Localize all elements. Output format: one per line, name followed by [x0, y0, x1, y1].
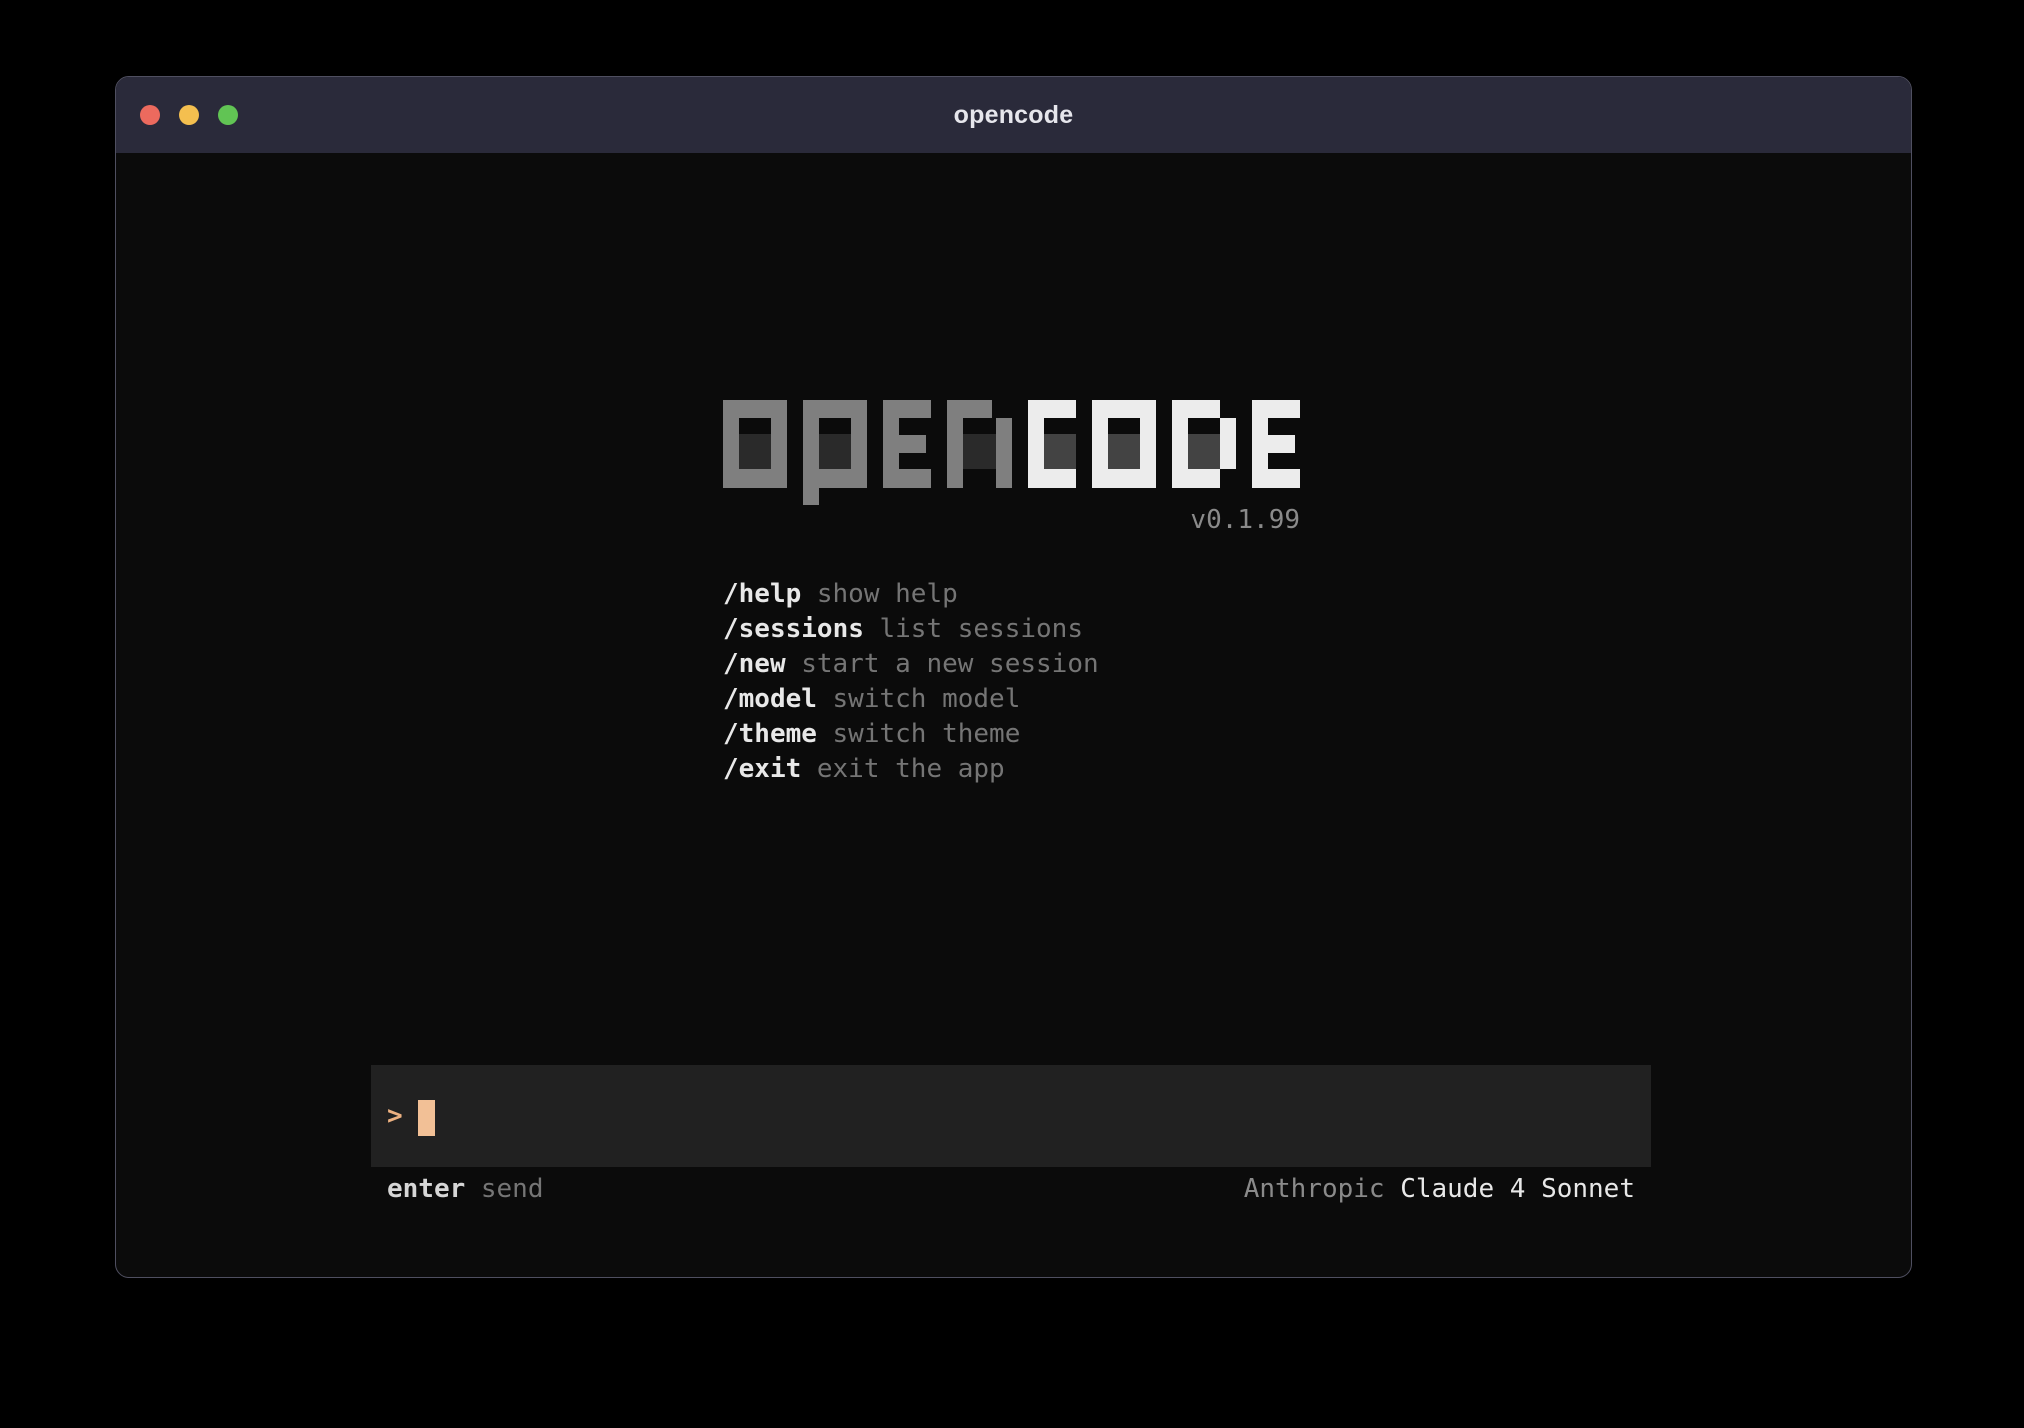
close-button[interactable] [140, 105, 160, 125]
app-window: opencode v0.1.99 /help show help/sessions… [115, 76, 1912, 1278]
command-name: /theme [723, 719, 817, 749]
logo-letter-d [1172, 400, 1236, 488]
window-title: opencode [954, 101, 1074, 130]
logo-letter-n [947, 400, 1012, 488]
command-description: list sessions [879, 614, 1083, 644]
command-description: start a new session [801, 649, 1098, 679]
zoom-button[interactable] [218, 105, 238, 125]
command-list: /help show help/sessions list sessions/new… [723, 577, 1099, 787]
model-provider: Anthropic [1244, 1174, 1385, 1204]
logo-letter-o [1092, 400, 1156, 488]
command-name: /help [723, 579, 801, 609]
key-hint-key: enter [387, 1174, 465, 1204]
window-controls [140, 77, 238, 153]
command-row: /new start a new session [723, 647, 1099, 682]
version-label: v0.1.99 [723, 503, 1300, 538]
opencode-logo [723, 400, 1300, 488]
logo-letter-e [1252, 400, 1300, 488]
command-name: /sessions [723, 614, 864, 644]
text-cursor [418, 1100, 435, 1136]
prompt-symbol: > [387, 1101, 403, 1131]
command-description: exit the app [817, 754, 1005, 784]
command-description: show help [817, 579, 958, 609]
command-name: /model [723, 684, 817, 714]
logo-letter-e [883, 400, 931, 488]
prompt-input[interactable]: > [371, 1065, 1651, 1167]
key-hint-action: send [481, 1174, 544, 1204]
command-row: /sessions list sessions [723, 612, 1099, 647]
minimize-button[interactable] [179, 105, 199, 125]
key-hint: enter send [387, 1176, 544, 1202]
logo-letter-o [723, 400, 787, 488]
command-name: /exit [723, 754, 801, 784]
status-bar: enter send Anthropic Claude 4 Sonnet [371, 1176, 1651, 1202]
logo-letter-c [1028, 400, 1076, 488]
logo-letter-p [803, 400, 867, 488]
command-row: /theme switch theme [723, 717, 1099, 752]
titlebar: opencode [116, 77, 1911, 153]
model-indicator: Anthropic Claude 4 Sonnet [1244, 1176, 1635, 1202]
command-row: /model switch model [723, 682, 1099, 717]
command-row: /help show help [723, 577, 1099, 612]
command-row: /exit exit the app [723, 752, 1099, 787]
command-description: switch model [833, 684, 1021, 714]
model-name: Claude 4 Sonnet [1400, 1174, 1635, 1204]
command-description: switch theme [833, 719, 1021, 749]
command-name: /new [723, 649, 786, 679]
